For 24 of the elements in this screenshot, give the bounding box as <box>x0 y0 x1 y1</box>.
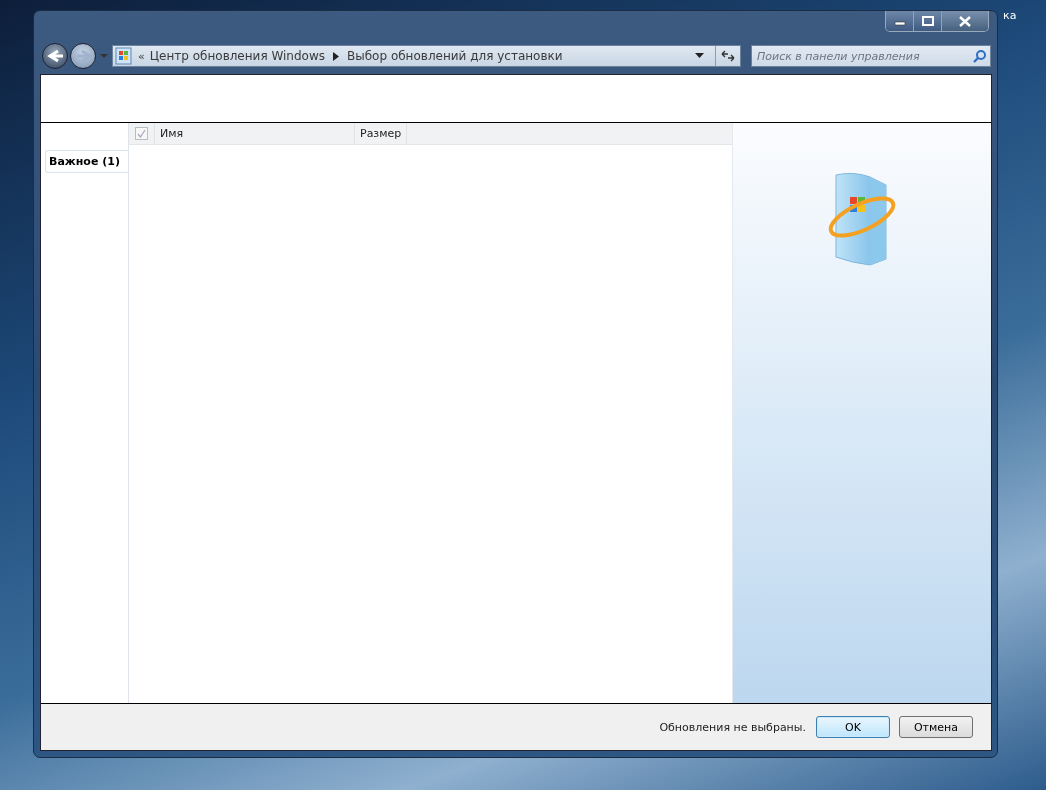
back-button[interactable] <box>42 43 68 69</box>
status-text: Обновления не выбраны. <box>659 720 806 734</box>
search-icon <box>973 50 986 63</box>
maximize-icon <box>921 16 934 26</box>
close-icon <box>958 15 972 27</box>
overflow-chevron[interactable]: « <box>138 49 145 63</box>
address-bar[interactable]: « Центр обновления Windows Выбор обновлений для установки <box>112 45 741 67</box>
category-tab[interactable]: Важное (1) <box>45 150 128 173</box>
close-button[interactable] <box>942 11 988 31</box>
column-header[interactable]: Имя <box>155 123 355 144</box>
search-field[interactable]: Поиск в панели управления <box>751 45 991 67</box>
cancel-button[interactable]: Отмена <box>899 716 973 738</box>
column-header[interactable]: Размер <box>355 123 407 144</box>
control-panel-icon <box>115 47 133 65</box>
dropdown-arrow-icon[interactable] <box>695 53 704 59</box>
maximize-button[interactable] <box>914 11 942 31</box>
desktop-icon-label: ка <box>1003 9 1017 22</box>
breadcrumb-arrow-icon[interactable] <box>333 51 339 61</box>
breadcrumb-item[interactable]: Выбор обновлений для установки <box>347 49 563 63</box>
minimize-button[interactable] <box>886 11 914 31</box>
ok-button[interactable]: OK <box>816 716 890 738</box>
refresh-icon <box>721 50 735 62</box>
breadcrumb-item[interactable]: Центр обновления Windows <box>149 49 325 63</box>
checkmark-icon <box>137 129 146 138</box>
